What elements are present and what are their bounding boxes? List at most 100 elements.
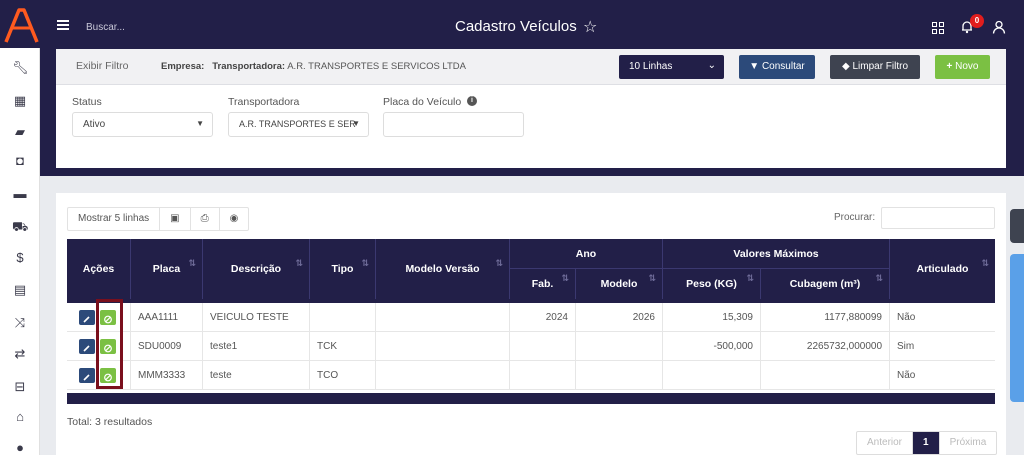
filter-header: Exibir Filtro Empresa: Transportadora: A… [56,49,1006,85]
top-bar: Buscar... Cadastro Veículos ☆ 0 [0,0,1024,48]
new-label: Novo [955,61,979,72]
edit-button[interactable] [79,368,95,383]
placa-input[interactable] [383,112,524,137]
cell-tipo [310,303,376,332]
cell-modelo [576,361,663,390]
status-label: Status [72,96,102,108]
lines-per-page-value: 10 Linhas [629,61,673,72]
header-modelo[interactable]: Modelo ⇅ [576,269,663,299]
header-valores-maximos: Valores Máximos [663,239,890,269]
status-select[interactable]: Ativo ▼ [72,112,213,137]
header-peso-label: Peso (KG) [686,278,737,290]
header-fab[interactable]: Fab. ⇅ [510,269,576,299]
results-card: Mostrar 5 linhas ▣ ⎙ ◉ Procurar: Ações P… [56,193,1006,455]
print-icon[interactable]: ⎙ [191,208,220,230]
transportadora-select-value: A.R. TRANSPORTES E SER [239,119,356,129]
sort-icon: ⇅ [361,258,369,268]
header-tipo[interactable]: Tipo ⇅ [310,239,376,299]
export-file-icon[interactable]: ▣ [160,208,191,230]
transportadora-select[interactable]: A.R. TRANSPORTES E SER ▼ [228,112,369,137]
table-row: MMM3333 teste TCO Não [67,361,995,390]
edit-button[interactable] [79,339,95,354]
sort-icon: ⇅ [188,258,196,268]
user-icon[interactable] [992,20,1006,34]
header-cubagem[interactable]: Cubagem (m³) ⇅ [761,269,890,299]
favorite-star-icon[interactable]: ☆ [583,17,597,37]
prev-page-button[interactable]: Anterior [857,432,914,454]
sort-icon: ⇅ [875,273,883,283]
clear-filter-label: Limpar Filtro [852,61,909,72]
header-descricao[interactable]: Descrição ⇅ [203,239,310,299]
search-input[interactable]: Buscar... [86,22,125,33]
dollar-icon[interactable]: $ [12,250,28,266]
wrench-icon[interactable]: 🔧︎ [12,60,29,76]
page-title: Cadastro Veículos [455,18,577,35]
cell-placa: MMM3333 [131,361,203,390]
table-icon[interactable]: ▤ [12,282,28,298]
header-acoes: Ações [67,239,131,299]
plus-icon: + [946,61,953,72]
side-panel-tab[interactable] [1010,209,1024,243]
cell-fab [510,332,576,361]
sort-icon: ⇅ [561,273,569,283]
table-search-input[interactable] [881,207,995,229]
cell-cubagem [761,361,890,390]
person-icon[interactable]: ● [12,440,28,455]
header-placa[interactable]: Placa ⇅ [131,239,203,299]
transportadora-label: Transportadora: [212,61,286,72]
table-row: AAA1111 VEICULO TESTE 2024 2026 15,309 1… [67,303,995,332]
cell-peso [663,361,761,390]
new-button[interactable]: + Novo [935,55,990,79]
menu-toggle-icon[interactable] [57,20,69,30]
header-modelo-label: Modelo [600,278,638,290]
pencil-icon [83,316,90,323]
cell-modelo-versao [376,332,510,361]
header-articulado[interactable]: Articulado ⇅ [890,239,995,299]
header-articulado-label: Articulado [916,263,969,275]
sort-icon: ⇅ [495,258,503,268]
caret-down-icon: ▼ [352,119,360,128]
toggle-filter-link[interactable]: Exibir Filtro [76,60,129,72]
next-page-button[interactable]: Próxima [940,432,997,454]
sort-icon: ⇅ [981,258,989,268]
cell-articulado: Sim [897,341,915,352]
lines-per-page-select[interactable]: 10 Linhas ⌄ [619,55,724,79]
table-footer [67,396,995,404]
deactivate-button[interactable] [100,339,116,354]
calculator-icon[interactable]: ▦ [12,93,28,109]
vehicles-table: Ações Placa ⇅ Descrição ⇅ Tipo ⇅ Modelo Ver… [67,239,995,404]
deactivate-button[interactable] [100,310,116,325]
header-peso[interactable]: Peso (KG) ⇅ [663,269,761,299]
info-icon[interactable]: i [467,96,477,106]
cell-peso: 15,309 [663,303,761,332]
cart-icon[interactable]: ⛟ [12,219,28,235]
edit-button[interactable] [79,310,95,325]
home-icon[interactable]: ⌂ [12,409,28,425]
header-modelo-versao[interactable]: Modelo Versão ⇅ [376,239,510,299]
cell-cubagem: 2265732,000000 [761,332,890,361]
cell-articulado: Não [897,312,916,323]
eye-icon[interactable]: ◉ [220,208,249,230]
apps-grid-icon[interactable] [932,22,944,34]
basket-icon[interactable]: ⊟ [12,379,28,395]
shuffle-icon[interactable]: ⤨ [12,315,28,331]
actions-cell [67,332,131,361]
cell-tipo: TCO [310,361,376,390]
retweet-icon[interactable]: ⇄ [12,346,28,362]
page-1-button[interactable]: 1 [913,432,940,454]
show-rows-button[interactable]: Mostrar 5 linhas [68,208,161,230]
chevron-down-icon: ⌄ [707,60,716,71]
app-logo[interactable] [2,4,40,46]
ban-icon [104,344,112,353]
cell-placa: AAA1111 [131,303,203,332]
cell-placa: SDU0009 [131,332,203,361]
consultar-button[interactable]: ▼ Consultar [739,55,815,79]
briefcase-icon[interactable]: ▬ [12,186,28,202]
money-icon[interactable]: ◘ [12,153,28,169]
cell-peso: -500,000 [663,332,761,361]
side-panel-tab-secondary[interactable] [1010,254,1024,402]
clear-filter-button[interactable]: ◆ Limpar Filtro [830,55,920,79]
book-icon[interactable]: ▰ [12,124,28,140]
header-tipo-label: Tipo [331,263,354,275]
deactivate-button[interactable] [100,368,116,383]
